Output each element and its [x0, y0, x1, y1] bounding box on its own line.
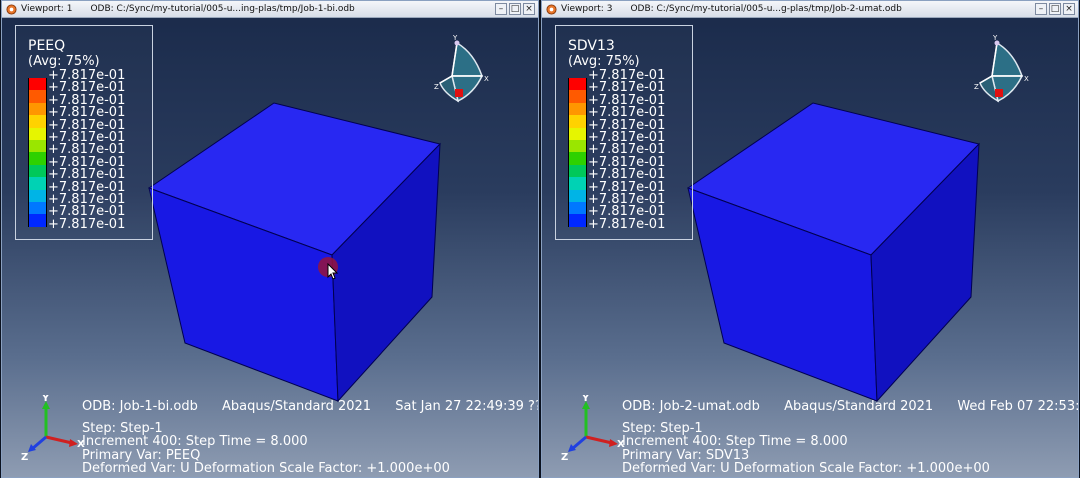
svg-text:X: X	[484, 75, 489, 83]
legend-value: 7.817e-01	[48, 217, 125, 231]
legend-title: SDV13	[568, 38, 615, 54]
step-label: Step: Step-1	[622, 421, 703, 436]
legend-swatch	[28, 90, 47, 103]
global-axis-triad: Y X Z	[21, 395, 85, 463]
contour-legend[interactable]: SDV13 (Avg: 75%) 7.817e-01 7.817e-01 7.8…	[555, 25, 693, 240]
mouse-cursor-icon	[327, 263, 339, 280]
legend-swatch	[28, 102, 47, 116]
legend-color-bar	[28, 78, 47, 227]
axis-label-z: Z	[21, 452, 28, 463]
axis-label-z: Z	[561, 452, 568, 463]
svg-text:Z: Z	[974, 83, 979, 91]
odb-name: ODB: Job-1-bi.odb	[82, 399, 198, 414]
deformed-var-label: Deformed Var: U Deformation Scale Factor…	[82, 460, 450, 476]
viewport-1[interactable]: Viewport: 1 ODB: C:/Sync/my-tutorial/005…	[1, 0, 539, 478]
view-orientation-triad[interactable]: Y X Z	[422, 31, 492, 111]
svg-text:Y: Y	[992, 34, 998, 42]
solver-version: Abaqus/Standard 2021	[784, 399, 934, 414]
deformed-var-label: Deformed Var: U Deformation Scale Factor…	[622, 460, 990, 476]
legend-swatch	[568, 90, 587, 103]
primary-var-label: Primary Var: PEEQ	[82, 447, 201, 463]
legend-values: 7.817e-01 7.817e-01 7.817e-01 7.817e-01 …	[48, 69, 125, 231]
legend-swatch	[28, 164, 47, 178]
contour-legend[interactable]: PEEQ (Avg: 75%) 7.817e-01 7.817e-01 7.81…	[15, 25, 153, 240]
legend-values: 7.817e-01 7.817e-01 7.817e-01 7.817e-01 …	[588, 69, 665, 231]
solver-version: Abaqus/Standard 2021	[221, 399, 372, 414]
legend-swatch	[28, 177, 47, 190]
legend-title: PEEQ	[28, 38, 66, 54]
step-info-block: Step: Step-1 Increment 400: Step Time = …	[622, 422, 990, 475]
odb-info-line: ODB: Job-1-bi.odb Abaqus/Standard 2021 S…	[82, 399, 538, 414]
legend-swatch	[568, 164, 587, 178]
step-info-block: Step: Step-1 Increment 400: Step Time = …	[82, 422, 450, 475]
legend-swatch	[568, 201, 587, 215]
increment-label: Increment 400: Step Time = 8.000	[82, 434, 308, 450]
legend-swatch	[28, 214, 47, 227]
legend-swatch	[568, 152, 587, 165]
legend-swatch	[568, 127, 587, 140]
view-orientation-triad[interactable]: Y X Z	[962, 31, 1032, 111]
axis-label-y: Y	[41, 395, 50, 404]
run-date: Sat Jan 27 22:49:39 ????	[395, 399, 538, 414]
legend-swatch	[568, 189, 587, 202]
increment-label: Increment 400: Step Time = 8.000	[622, 434, 848, 450]
run-date: Wed Feb 07 22:53:29	[957, 399, 1079, 414]
legend-value: 7.817e-01	[588, 217, 665, 231]
legend-swatch	[28, 115, 47, 128]
viewport-3[interactable]: Viewport: 3 ODB: C:/Sync/my-tutorial/005…	[541, 0, 1079, 478]
viewports-area: Viewport: 1 ODB: C:/Sync/my-tutorial/005…	[0, 0, 1080, 478]
legend-swatch	[568, 115, 587, 128]
odb-info-line: ODB: Job-2-umat.odb Abaqus/Standard 2021…	[622, 399, 1079, 414]
legend-swatch	[568, 102, 587, 116]
svg-text:X: X	[1024, 75, 1029, 83]
legend-swatch	[568, 139, 587, 153]
axis-label-y: Y	[581, 395, 590, 404]
odb-name: ODB: Job-2-umat.odb	[622, 399, 760, 414]
step-label: Step: Step-1	[82, 421, 163, 436]
legend-swatch	[28, 139, 47, 153]
svg-text:Y: Y	[452, 34, 458, 42]
legend-swatch	[28, 78, 47, 91]
legend-color-bar	[568, 78, 587, 227]
svg-text:Z: Z	[434, 83, 439, 91]
legend-swatch	[28, 152, 47, 165]
legend-swatch	[568, 177, 587, 190]
legend-swatch	[28, 201, 47, 215]
global-axis-triad: Y X Z	[561, 395, 625, 463]
legend-swatch	[28, 127, 47, 140]
legend-swatch	[568, 214, 587, 227]
legend-swatch	[28, 189, 47, 202]
primary-var-label: Primary Var: SDV13	[622, 447, 750, 463]
legend-swatch	[568, 78, 587, 91]
